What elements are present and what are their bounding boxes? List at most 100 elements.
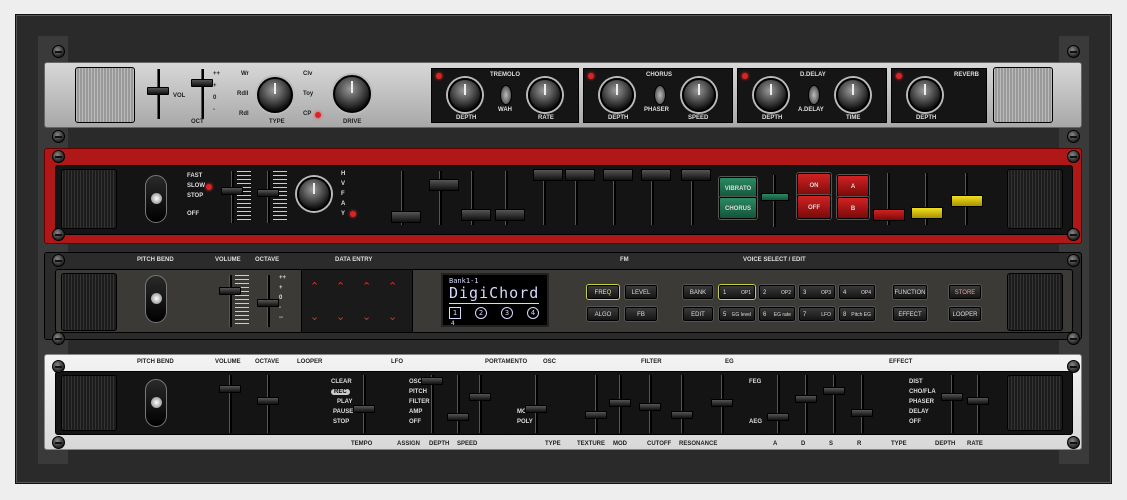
slider[interactable] xyxy=(447,413,469,421)
delay-depth-knob[interactable] xyxy=(754,78,788,112)
op-button[interactable]: 1 OP1 xyxy=(719,285,755,299)
tremolo-rate-knob[interactable] xyxy=(528,78,562,112)
looper-rec[interactable]: REC xyxy=(331,389,350,395)
volume-label: VOLUME xyxy=(215,257,241,263)
bank-a-button[interactable]: A xyxy=(837,175,869,197)
slider[interactable] xyxy=(967,397,989,405)
data-entry-arrow[interactable]: ⌄ xyxy=(362,310,371,323)
chorus-speed-knob[interactable] xyxy=(682,78,716,112)
function-button[interactable]: FUNCTION xyxy=(893,285,927,299)
data-entry-arrow[interactable]: ⌃ xyxy=(310,280,319,293)
octave-slider[interactable] xyxy=(257,189,279,197)
edit-param-button[interactable]: 6 EG rate xyxy=(759,307,795,321)
slider[interactable] xyxy=(257,397,279,405)
lfo-label: LFO xyxy=(391,359,403,365)
pitch-bend-wheel[interactable] xyxy=(145,275,167,323)
yellow-slider-2[interactable] xyxy=(951,195,983,207)
chorus-led xyxy=(588,73,594,79)
drawbar[interactable] xyxy=(603,169,633,181)
drawbar[interactable] xyxy=(533,169,563,181)
op-button[interactable]: 3 OP3 xyxy=(799,285,835,299)
slider[interactable] xyxy=(585,411,607,419)
edit-param-button[interactable]: 8 Pitch EG xyxy=(839,307,875,321)
poly-label: POLY xyxy=(517,419,533,425)
wave-knob[interactable] xyxy=(297,177,331,211)
pitch-bend-wheel[interactable] xyxy=(145,379,167,427)
drawbar[interactable] xyxy=(681,169,711,181)
wah-toggle[interactable] xyxy=(500,85,512,105)
drawbar[interactable] xyxy=(565,169,595,181)
op-button[interactable]: 2 OP2 xyxy=(759,285,795,299)
yellow-slider-1[interactable] xyxy=(911,207,943,219)
chorus-button[interactable]: CHORUS xyxy=(719,197,757,219)
store-button[interactable]: STORE xyxy=(949,285,981,299)
drawbar[interactable] xyxy=(429,179,459,191)
octave-slider[interactable] xyxy=(257,299,279,307)
bank-button[interactable]: BANK xyxy=(683,285,713,299)
data-entry-arrow[interactable]: ⌄ xyxy=(310,310,319,323)
percussion-off-button[interactable]: OFF xyxy=(797,195,831,219)
rotary-switch[interactable] xyxy=(145,175,167,223)
slider[interactable] xyxy=(671,411,693,419)
fb-button[interactable]: FB xyxy=(625,307,657,321)
data-entry-arrow[interactable]: ⌃ xyxy=(362,280,371,293)
looper-button[interactable]: LOOPER xyxy=(949,307,981,321)
volume-slider[interactable] xyxy=(221,187,243,195)
slider[interactable] xyxy=(851,409,873,417)
edit-button[interactable]: EDIT xyxy=(683,307,713,321)
volume-slider[interactable] xyxy=(219,287,241,295)
type-knob[interactable] xyxy=(257,77,293,113)
phaser-toggle[interactable] xyxy=(654,85,666,105)
percussion-on-button[interactable]: ON xyxy=(797,173,831,197)
drawbar[interactable] xyxy=(391,211,421,223)
op-button[interactable]: 4 OP4 xyxy=(839,285,875,299)
slider[interactable] xyxy=(795,395,817,403)
data-entry-arrow[interactable]: ⌃ xyxy=(388,280,397,293)
oct-slider[interactable] xyxy=(191,79,213,87)
drawbar[interactable] xyxy=(495,209,525,221)
data-entry-arrow[interactable]: ⌄ xyxy=(388,310,397,323)
red-drawbar-slider[interactable] xyxy=(873,209,905,221)
edit-param-button[interactable]: 7 LFO xyxy=(799,307,835,321)
reverb-depth-knob[interactable] xyxy=(908,78,942,112)
slider[interactable] xyxy=(469,393,491,401)
slider[interactable] xyxy=(711,399,733,407)
slider[interactable] xyxy=(421,377,443,385)
effect-button[interactable]: EFFECT xyxy=(893,307,927,321)
slider[interactable] xyxy=(525,405,547,413)
chorus-depth-knob[interactable] xyxy=(600,78,634,112)
sub-readout: 4 xyxy=(451,320,455,327)
effect-opt: PHASER xyxy=(909,399,935,405)
slider[interactable] xyxy=(353,405,375,413)
slider[interactable] xyxy=(767,413,789,421)
vol-slider[interactable] xyxy=(147,87,169,95)
slider[interactable] xyxy=(941,393,963,401)
tremolo-depth-knob[interactable] xyxy=(448,78,482,112)
algo-button[interactable]: ALGO xyxy=(587,307,619,321)
drawbar[interactable] xyxy=(461,209,491,221)
pitch-bend-label: PITCH BEND xyxy=(137,359,174,365)
slider[interactable] xyxy=(609,399,631,407)
slider-track xyxy=(805,375,808,433)
op-number: 2 xyxy=(763,290,767,296)
effect-rate-label: RATE xyxy=(967,441,983,447)
lfo-speed-label: SPEED xyxy=(457,441,478,447)
vibrato-depth-slider[interactable] xyxy=(761,193,789,201)
slider[interactable] xyxy=(639,403,661,411)
vibrato-button[interactable]: VIBRATO xyxy=(719,177,757,199)
bank-b-button[interactable]: B xyxy=(837,197,869,219)
drive-knob[interactable] xyxy=(333,75,371,113)
level-button[interactable]: LEVEL xyxy=(625,285,657,299)
delay-time-knob[interactable] xyxy=(836,78,870,112)
wah-label: WAH xyxy=(498,107,512,113)
adelay-toggle[interactable] xyxy=(808,85,820,105)
edit-param-button[interactable]: 5 EG level xyxy=(719,307,755,321)
type-opt: Wr xyxy=(241,71,249,77)
slider[interactable] xyxy=(823,387,845,395)
drawbar[interactable] xyxy=(641,169,671,181)
data-entry-arrow[interactable]: ⌄ xyxy=(336,310,345,323)
data-entry-arrow[interactable]: ⌃ xyxy=(336,280,345,293)
pitch-bend-label: PITCH BEND xyxy=(137,257,174,263)
freq-button[interactable]: FREQ xyxy=(587,285,619,299)
slider[interactable] xyxy=(219,385,241,393)
